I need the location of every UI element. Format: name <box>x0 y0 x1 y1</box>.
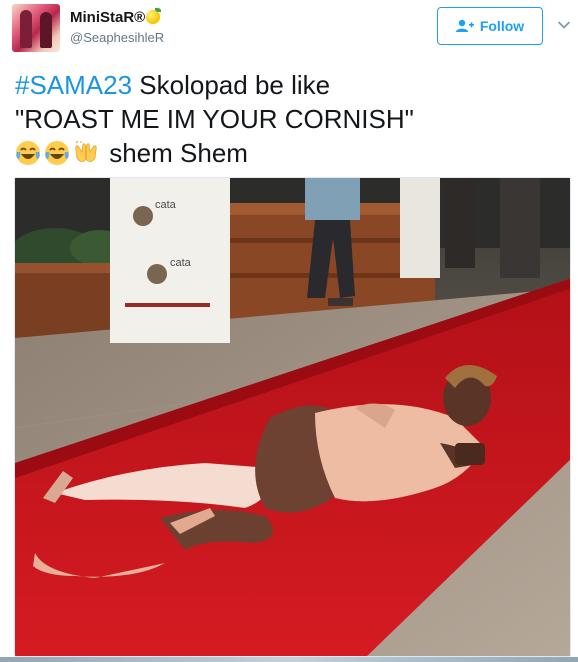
chevron-down-icon[interactable] <box>557 18 571 32</box>
face-with-tears-of-joy-icon <box>45 141 69 165</box>
avatar-figure <box>20 10 32 48</box>
follow-label: Follow <box>479 18 525 34</box>
banner-text: cata <box>170 257 192 269</box>
red-carpet-photo: cata cata <box>15 178 570 656</box>
tweet-photo[interactable]: cata cata <box>14 177 571 657</box>
banner-text: cata <box>155 199 177 211</box>
avatar-figure <box>40 12 52 48</box>
avatar[interactable] <box>12 4 60 52</box>
lemon-icon <box>146 8 162 24</box>
tweet-text-line2: "ROAST ME IM YOUR CORNISH" <box>15 104 414 134</box>
user-display-name[interactable]: MiniStaR® <box>70 8 162 26</box>
add-user-icon <box>455 19 474 32</box>
tweet-text: #SAMA23 Skolopad be like "ROAST ME IM YO… <box>15 68 414 170</box>
bottom-scrollbar <box>0 657 578 662</box>
tweet-text-line3: shem Shem <box>102 138 248 168</box>
face-with-tears-of-joy-icon <box>16 141 40 165</box>
user-handle[interactable]: @SeaphesihleR <box>70 30 164 45</box>
raising-hands-icon <box>75 140 97 162</box>
tweet-text-line1: Skolopad be like <box>132 70 331 100</box>
hashtag-link[interactable]: #SAMA23 <box>15 70 132 100</box>
follow-button[interactable]: Follow <box>437 7 543 45</box>
display-name-text: MiniStaR® <box>70 9 146 26</box>
